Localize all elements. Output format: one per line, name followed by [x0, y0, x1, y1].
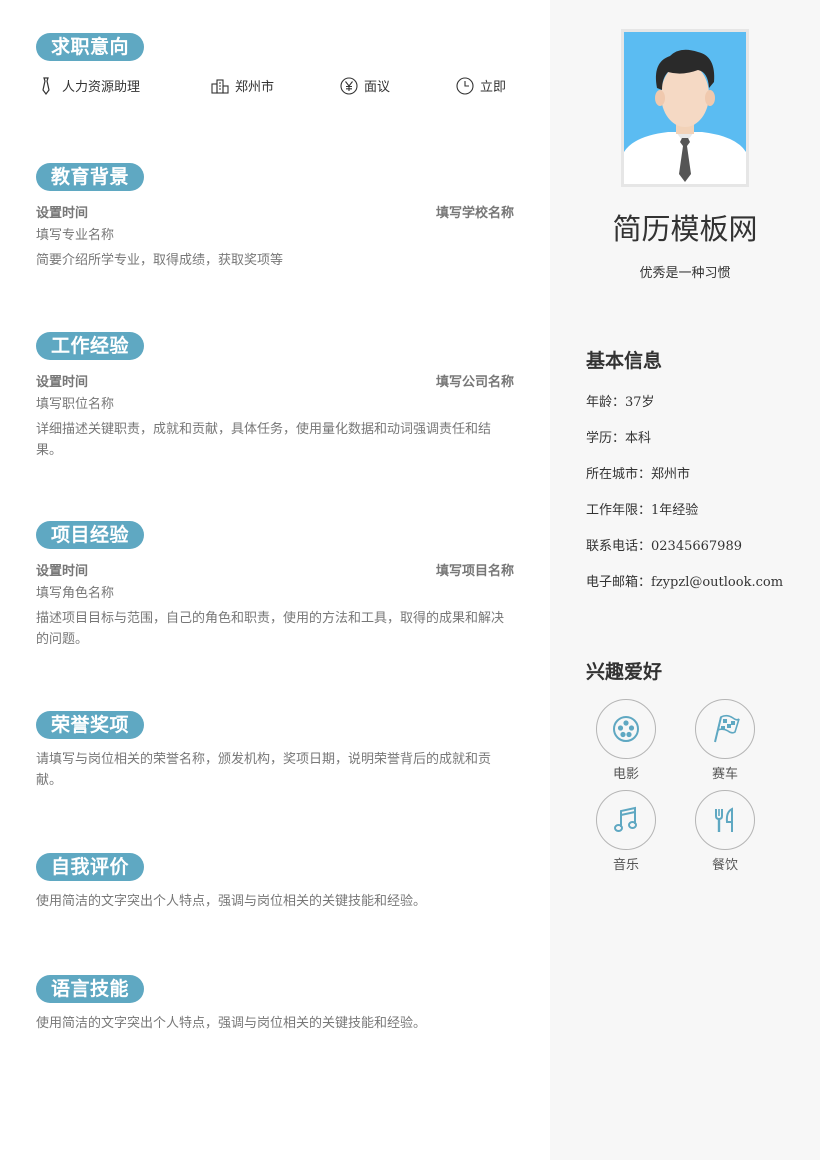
intent-position-text: 人力资源助理	[62, 80, 141, 95]
avatar	[621, 29, 749, 187]
hobby-circle-dining	[695, 790, 755, 850]
info-phone: 联系电话：02345667989	[586, 535, 742, 554]
basic-info-title: 基本信息	[586, 350, 663, 372]
intent-position: 人力资源助理	[36, 76, 140, 95]
education-school: 填写学校名称	[435, 206, 514, 221]
hobby-item-movie: 电影	[586, 699, 666, 782]
work-company: 填写公司名称	[435, 375, 514, 390]
tie-icon	[42, 76, 50, 95]
section-title-job-intent: 求职意向	[36, 33, 145, 61]
work-header-row: 设置时间 填写公司名称	[36, 371, 514, 390]
info-years-value: 1年经验	[651, 503, 699, 518]
work-time: 设置时间	[36, 375, 89, 390]
intent-salary: 面议	[340, 76, 390, 95]
main-column: 求职意向 人力资源助理 郑州市 面议 立即 教育背景 设置时间 填写学校名称 填…	[0, 0, 550, 1160]
yen-coin-icon	[340, 76, 358, 95]
hobby-label-dining: 餐饮	[711, 858, 738, 873]
info-age: 年龄：37岁	[586, 391, 655, 410]
honors-desc: 请填写与岗位相关的荣誉名称，颁发机构，奖项日期，说明荣誉背后的成就和贡献。	[36, 752, 492, 788]
intent-availability-text: 立即	[480, 80, 507, 95]
info-city-label: 所在城市：	[586, 467, 652, 482]
project-desc: 描述项目目标与范围，自己的角色和职责，使用的方法和工具，取得的成果和解决的问题。	[36, 611, 505, 647]
self-evaluation-desc: 使用简洁的文字突出个人特点，强调与岗位相关的关键技能和经验。	[36, 894, 427, 909]
hobby-item-racing: 赛车	[685, 699, 765, 782]
education-major: 填写专业名称	[36, 228, 115, 243]
info-years-label: 工作年限：	[586, 503, 652, 518]
work-desc: 详细描述关键职责，成就和贡献，具体任务，使用量化数据和动词强调责任和结果。	[36, 422, 492, 458]
section-honors: 荣誉奖项 请填写与岗位相关的荣誉名称，颁发机构，奖项日期，说明荣誉背后的成就和贡…	[36, 711, 514, 791]
info-phone-value: 02345667989	[651, 539, 742, 554]
building-icon	[211, 78, 229, 94]
project-time: 设置时间	[36, 564, 89, 579]
intent-availability: 立即	[456, 76, 506, 95]
section-title-honors: 荣誉奖项	[36, 711, 145, 739]
intent-city: 郑州市	[211, 76, 274, 95]
project-role: 填写角色名称	[36, 586, 115, 601]
clock-icon	[456, 76, 474, 95]
info-age-label: 年龄：	[586, 395, 626, 410]
hobby-item-dining: 餐饮	[685, 790, 765, 873]
info-education-label: 学历：	[586, 431, 626, 446]
section-language: 语言技能 使用简洁的文字突出个人特点，强调与岗位相关的关键技能和经验。	[36, 975, 514, 1034]
avatar-illustration	[624, 32, 746, 184]
hobby-label-movie: 电影	[612, 767, 639, 782]
film-reel-icon	[613, 716, 639, 742]
profile-name: 简历模板网	[612, 212, 758, 246]
checkered-flag-icon	[714, 714, 740, 743]
profile-motto: 优秀是一种习惯	[639, 266, 731, 281]
language-desc: 使用简洁的文字突出个人特点，强调与岗位相关的关键技能和经验。	[36, 1016, 427, 1031]
education-header-row: 设置时间 填写学校名称	[36, 202, 514, 221]
hobbies-title: 兴趣爱好	[586, 661, 663, 683]
section-title-project: 项目经验	[36, 521, 145, 549]
section-work: 工作经验 设置时间 填写公司名称 填写职位名称 详细描述关键职责，成就和贡献，具…	[36, 332, 514, 461]
section-job-intent: 求职意向	[36, 33, 514, 61]
info-years: 工作年限：1年经验	[586, 499, 698, 518]
section-title-self-evaluation: 自我评价	[36, 853, 145, 881]
section-title-work: 工作经验	[36, 332, 145, 360]
info-email: 电子邮箱：fzypzl@outlook.com	[586, 571, 783, 590]
hobby-item-music: 音乐	[586, 790, 666, 873]
work-role: 填写职位名称	[36, 397, 115, 412]
section-title-language: 语言技能	[36, 975, 145, 1003]
info-education: 学历：本科	[586, 427, 651, 446]
section-project: 项目经验 设置时间 填写项目名称 填写角色名称 描述项目目标与范围，自己的角色和…	[36, 521, 514, 650]
intent-city-text: 郑州市	[235, 80, 275, 95]
info-age-value: 37岁	[625, 395, 655, 410]
sidebar: 简历模板网 优秀是一种习惯 基本信息 年龄：37岁 学历：本科 所在城市：郑州市…	[550, 0, 820, 1160]
hobby-circle-movie	[596, 699, 656, 759]
info-email-label: 电子邮箱：	[586, 575, 652, 590]
job-intent-row: 人力资源助理 郑州市 面议 立即	[36, 76, 516, 96]
section-title-education: 教育背景	[36, 163, 145, 191]
info-email-value: fzypzl@outlook.com	[651, 575, 784, 590]
education-time: 设置时间	[36, 206, 89, 221]
info-city: 所在城市：郑州市	[586, 463, 690, 482]
hobby-label-music: 音乐	[612, 858, 639, 873]
project-name: 填写项目名称	[435, 564, 514, 579]
hobby-circle-music	[596, 790, 656, 850]
education-desc: 简要介绍所学专业，取得成绩，获取奖项等	[36, 253, 284, 268]
hobby-label-racing: 赛车	[711, 767, 738, 782]
project-header-row: 设置时间 填写项目名称	[36, 560, 514, 579]
section-self-evaluation: 自我评价 使用简洁的文字突出个人特点，强调与岗位相关的关键技能和经验。	[36, 853, 514, 912]
music-note-icon	[614, 806, 637, 832]
section-education: 教育背景 设置时间 填写学校名称 填写专业名称 简要介绍所学专业，取得成绩，获取…	[36, 163, 514, 271]
info-phone-label: 联系电话：	[586, 539, 652, 554]
hobby-circle-racing	[695, 699, 755, 759]
info-education-value: 本科	[625, 431, 652, 446]
fork-knife-icon	[715, 807, 733, 832]
intent-salary-text: 面议	[364, 80, 391, 95]
info-city-value: 郑州市	[651, 467, 691, 482]
